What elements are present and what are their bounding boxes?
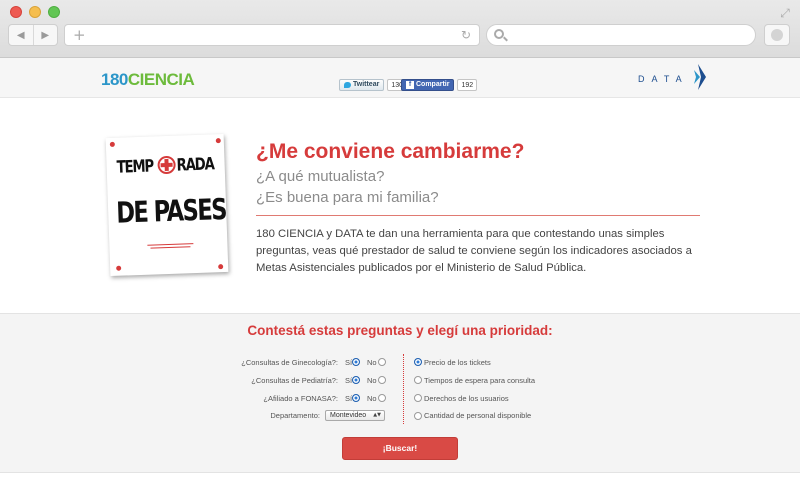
temporada-de-pases-poster: TEMP RADA DE PASES <box>104 132 234 278</box>
data-logo-mark-icon <box>694 64 706 90</box>
forward-button[interactable]: ▶ <box>32 25 58 45</box>
facebook-share-count: 192 <box>457 78 478 91</box>
fonasa-no-radio[interactable] <box>378 394 386 402</box>
priority-personal-radio[interactable] <box>414 412 422 420</box>
extension-button[interactable] <box>764 24 790 46</box>
pin-icon <box>218 264 224 270</box>
logo-number: 180 <box>101 70 128 89</box>
minimize-window-button[interactable] <box>29 6 41 18</box>
option-no-label: No <box>367 376 377 385</box>
ginecologia-no-radio[interactable] <box>378 358 386 366</box>
history-navigation: ◀ ▶ <box>8 24 58 46</box>
pin-icon <box>215 138 221 144</box>
option-yes-label: Sí <box>345 376 353 385</box>
hero-subtitle-familia: ¿Es buena para mi familia? <box>256 189 439 206</box>
facebook-share-button[interactable]: f Compartir <box>401 78 455 91</box>
pediatria-no-radio[interactable] <box>378 376 386 384</box>
poster-line1a: TEMP <box>116 156 154 178</box>
pediatria-yes-radio[interactable] <box>352 376 360 384</box>
medical-cross-icon <box>157 155 176 175</box>
data-logo-text: DATA <box>638 74 689 84</box>
facebook-share-label: Compartir <box>416 80 450 88</box>
poster-line2: DE PASES <box>115 191 227 230</box>
maximize-window-button[interactable] <box>48 6 60 18</box>
option-no-label: No <box>367 358 377 367</box>
browser-search-input[interactable] <box>486 24 756 46</box>
search-submit-button[interactable]: ¡Buscar! <box>342 437 458 460</box>
poster-card: TEMP RADA DE PASES <box>105 133 229 277</box>
hero-divider <box>256 215 700 216</box>
question-pediatria-label: ¿Consultas de Pediatría?: <box>251 376 338 385</box>
question-fonasa-label: ¿Afiliado a FONASA?: <box>263 394 338 403</box>
twitter-bird-icon <box>344 81 351 88</box>
ginecologia-yes-radio[interactable] <box>352 358 360 366</box>
form-title: Contestá estas preguntas y elegí una pri… <box>247 323 553 338</box>
hero-description: 180 CIENCIA y DATA te dan una herramient… <box>256 228 692 274</box>
search-icon <box>494 29 504 39</box>
back-button[interactable]: ◀ <box>9 25 33 45</box>
facebook-share[interactable]: f Compartir 192 <box>401 78 478 91</box>
form-column-divider <box>403 354 404 424</box>
new-tab-icon[interactable]: + <box>73 27 86 43</box>
priority-tiempos-radio[interactable] <box>414 376 422 384</box>
priority-derechos-label: Derechos de los usuarios <box>424 394 509 403</box>
window-controls <box>10 6 60 18</box>
browser-toolbar: ⤢ ◀ ▶ + ↻ <box>0 0 800 58</box>
department-select[interactable]: Montevideo ▲▼ <box>325 410 385 421</box>
pin-icon <box>116 265 122 271</box>
address-bar[interactable]: + ↻ <box>64 24 480 46</box>
question-ginecologia-label: ¿Consultas de Ginecología?: <box>241 358 338 367</box>
priority-derechos-radio[interactable] <box>414 394 422 402</box>
option-yes-label: Sí <box>345 358 353 367</box>
fullscreen-icon[interactable]: ⤢ <box>778 6 792 20</box>
tweet-button[interactable]: Twittear <box>339 78 385 91</box>
option-no-label: No <box>367 394 377 403</box>
tweet-label: Twittear <box>353 80 380 88</box>
department-label: Departamento: <box>270 411 320 420</box>
priority-personal-label: Cantidad de personal disponible <box>424 411 532 420</box>
pin-icon <box>109 141 115 147</box>
hero-subtitle-mutualista: ¿A qué mutualista? <box>256 168 385 185</box>
reload-icon[interactable]: ↻ <box>461 28 471 42</box>
close-window-button[interactable] <box>10 6 22 18</box>
twitter-share[interactable]: Twittear 130 <box>339 78 408 91</box>
priority-tiempos-label: Tiempos de espera para consulta <box>424 376 536 385</box>
logo-word: CIENCIA <box>127 70 195 89</box>
poster-rule <box>150 246 191 249</box>
priority-precio-radio[interactable] <box>414 358 422 366</box>
data-logo[interactable]: DATA <box>638 64 706 90</box>
fonasa-yes-radio[interactable] <box>352 394 360 402</box>
priority-precio-label: Precio de los tickets <box>424 358 491 367</box>
180ciencia-logo[interactable]: 180CIENCIA <box>101 70 195 90</box>
poster-line1b: RADA <box>176 154 215 176</box>
option-yes-label: Sí <box>345 394 353 403</box>
facebook-icon: f <box>406 80 414 89</box>
hero-title: ¿Me conviene cambiarme? <box>256 140 525 163</box>
department-value: Montevideo <box>330 412 367 419</box>
select-arrow-icon: ▲▼ <box>373 412 381 418</box>
